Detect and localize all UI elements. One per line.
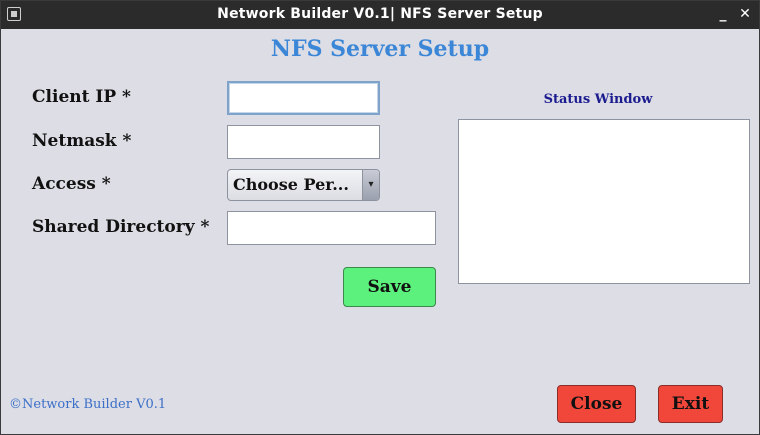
netmask-input[interactable]: [227, 125, 380, 159]
client-ip-input[interactable]: [227, 81, 380, 115]
chevron-down-icon[interactable]: ▾: [362, 170, 379, 200]
netmask-label: Netmask *: [32, 131, 132, 151]
client-ip-label: Client IP *: [32, 87, 131, 107]
window-title: Network Builder V0.1| NFS Server Setup: [217, 6, 543, 22]
minimize-icon[interactable]: _: [716, 5, 730, 23]
access-select[interactable]: Choose Per... ▾: [227, 169, 380, 201]
page-title: NFS Server Setup: [270, 36, 490, 62]
exit-button[interactable]: Exit: [658, 385, 723, 423]
nfs-setup-window: Network Builder V0.1| NFS Server Setup _…: [0, 0, 760, 435]
status-window-label: Status Window: [543, 92, 653, 107]
access-selected-value: Choose Per...: [233, 175, 349, 194]
status-window[interactable]: [458, 119, 750, 284]
close-button[interactable]: Close: [557, 385, 636, 423]
save-button[interactable]: Save: [343, 267, 436, 307]
shared-directory-label: Shared Directory *: [32, 217, 210, 237]
title-bar[interactable]: Network Builder V0.1| NFS Server Setup _…: [1, 1, 759, 29]
footer-copyright: ©Network Builder V0.1: [9, 397, 167, 412]
shared-directory-input[interactable]: [227, 211, 436, 245]
access-label: Access *: [32, 174, 111, 194]
close-window-icon[interactable]: ✕: [738, 5, 752, 23]
